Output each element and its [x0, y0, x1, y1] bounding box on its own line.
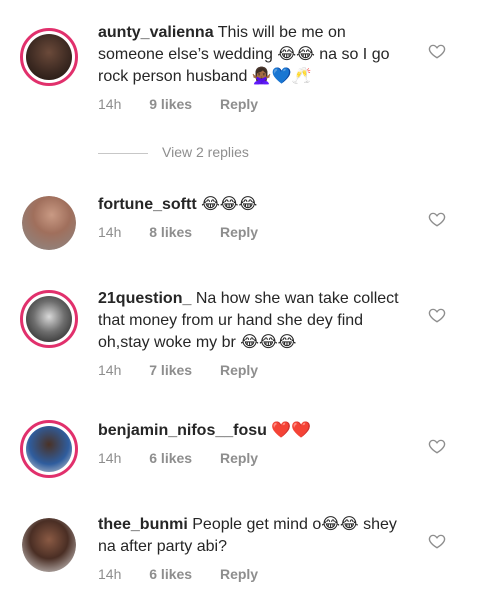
comment-text: ❤️❤️: [271, 422, 312, 439]
heart-outline-icon[interactable]: [428, 306, 446, 324]
view-replies-label[interactable]: View 2 replies: [162, 144, 249, 160]
comment-text: 😂😂😂: [201, 196, 258, 213]
avatar[interactable]: [22, 196, 76, 250]
comment-meta: 14h 6 likes Reply: [98, 450, 282, 466]
reply-button[interactable]: Reply: [220, 362, 258, 378]
reply-button[interactable]: Reply: [220, 96, 258, 112]
comment-username[interactable]: aunty_valienna: [98, 24, 214, 41]
comment-likes[interactable]: 9 likes: [149, 96, 192, 112]
comment-time: 14h: [98, 96, 122, 112]
reply-button[interactable]: Reply: [220, 224, 258, 240]
comment-body: aunty_valienna This will be me on someon…: [98, 22, 408, 88]
heart-outline-icon[interactable]: [428, 42, 446, 60]
comment-username[interactable]: thee_bunmi: [98, 516, 188, 533]
comment-likes[interactable]: 8 likes: [149, 224, 192, 240]
comment-meta: 14h 6 likes Reply: [98, 566, 282, 582]
comment-body: 21question_ Na how she wan take collect …: [98, 288, 408, 354]
reply-button[interactable]: Reply: [220, 450, 258, 466]
comment-meta: 14h 8 likes Reply: [98, 224, 282, 240]
comment-meta: 14h 9 likes Reply: [98, 96, 282, 112]
comment-time: 14h: [98, 566, 122, 582]
avatar[interactable]: [20, 420, 78, 478]
heart-outline-icon[interactable]: [428, 532, 446, 550]
comment-likes[interactable]: 6 likes: [149, 566, 192, 582]
comment-likes[interactable]: 6 likes: [149, 450, 192, 466]
comment-body: benjamin_nifos__fosu ❤️❤️: [98, 420, 408, 442]
comment-username[interactable]: fortune_softt: [98, 196, 197, 213]
heart-outline-icon[interactable]: [428, 210, 446, 228]
comment-username[interactable]: 21question_: [98, 290, 191, 307]
view-replies-link[interactable]: View 2 replies: [98, 144, 249, 160]
avatar[interactable]: [22, 518, 76, 572]
avatar[interactable]: [20, 290, 78, 348]
comment-body: thee_bunmi People get mind o😂😂 shey na a…: [98, 514, 408, 558]
comment-time: 14h: [98, 224, 122, 240]
replies-divider: [98, 152, 148, 154]
avatar[interactable]: [20, 28, 78, 86]
comment-body: fortune_softt 😂😂😂: [98, 194, 408, 216]
reply-button[interactable]: Reply: [220, 566, 258, 582]
comment-likes[interactable]: 7 likes: [149, 362, 192, 378]
heart-outline-icon[interactable]: [428, 437, 446, 455]
comment-time: 14h: [98, 362, 122, 378]
comment-meta: 14h 7 likes Reply: [98, 362, 282, 378]
comment-username[interactable]: benjamin_nifos__fosu: [98, 422, 267, 439]
comment-time: 14h: [98, 450, 122, 466]
